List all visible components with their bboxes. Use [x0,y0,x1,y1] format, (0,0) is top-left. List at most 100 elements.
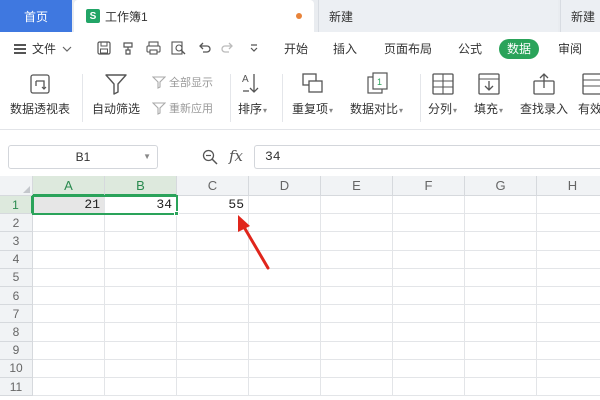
cell-h4[interactable] [537,251,600,269]
cell-g1[interactable] [465,196,537,215]
cell-b6[interactable] [105,287,177,306]
cell-e5[interactable] [321,268,393,287]
cell-c7[interactable] [177,305,249,324]
cell-d1[interactable] [249,196,321,215]
cell-f2[interactable] [393,214,465,233]
format-painter-icon[interactable] [120,40,136,56]
cell-h11[interactable] [537,378,600,397]
cell-e8[interactable] [321,323,393,342]
chevron-down-icon[interactable]: ▼ [143,152,151,161]
data-compare-button[interactable]: 1 数据对比▾ [350,70,403,119]
fill-button[interactable]: 填充▾ [474,70,503,119]
cell-d10[interactable] [249,359,321,378]
cell-a9[interactable] [33,341,105,360]
cell-g2[interactable] [465,214,537,233]
cell-a8[interactable] [33,323,105,342]
reapply-button[interactable]: 重新应用 [152,100,213,116]
menu-tab-data[interactable]: 数据 [499,39,540,59]
cell-c3[interactable] [177,232,249,251]
cell-e9[interactable] [321,341,393,360]
redo-icon[interactable] [220,40,236,56]
menu-tab-formulas[interactable]: 公式 [450,39,490,59]
cell-f9[interactable] [393,341,465,360]
cell-d2[interactable] [249,214,321,233]
row-header-10[interactable]: 10 [0,359,33,378]
cell-f7[interactable] [393,305,465,324]
cell-e4[interactable] [321,250,393,269]
cell-a10[interactable] [33,359,105,378]
cell-h8[interactable] [537,323,600,342]
show-all-button[interactable]: 全部显示 [152,74,213,90]
cell-e11[interactable] [321,378,393,397]
column-header-h[interactable]: H [537,176,600,196]
row-header-8[interactable]: 8 [0,323,33,342]
cell-h2[interactable] [537,214,600,233]
cell-f3[interactable] [393,232,465,251]
row-header-7[interactable]: 7 [0,305,33,324]
cell-a7[interactable] [33,305,105,324]
column-header-c[interactable]: C [177,176,249,196]
cell-g3[interactable] [465,232,537,251]
menu-tab-insert[interactable]: 插入 [325,39,365,59]
menu-tab-review[interactable]: 审阅 [550,39,590,59]
cell-a11[interactable] [33,378,105,397]
cell-c11[interactable] [177,378,249,397]
cell-c8[interactable] [177,323,249,342]
row-header-2[interactable]: 2 [0,214,33,233]
cell-g8[interactable] [465,323,537,342]
cell-e6[interactable] [321,287,393,306]
tab-home[interactable]: 首页 [0,0,72,32]
save-icon[interactable] [96,40,112,56]
cell-b10[interactable] [105,359,177,378]
cell-b5[interactable] [105,268,177,287]
cell-b4[interactable] [105,250,177,269]
cell-b11[interactable] [105,378,177,397]
cell-h7[interactable] [537,305,600,324]
cell-c4[interactable] [177,250,249,269]
cell-g10[interactable] [465,359,537,378]
autofilter-button[interactable]: 自动筛选 [92,70,140,117]
zoom-icon[interactable] [202,149,218,165]
quick-access-dropdown-icon[interactable] [246,40,262,56]
lookup-entry-button[interactable]: 查找录入 [520,70,568,117]
cell-e3[interactable] [321,232,393,251]
cell-g5[interactable] [465,268,537,287]
cell-b1[interactable]: 34 [105,196,177,215]
cell-h9[interactable] [537,342,600,360]
column-header-a[interactable]: A [33,176,105,196]
cell-c2[interactable] [177,214,249,233]
cell-h5[interactable] [537,269,600,287]
cell-c9[interactable] [177,341,249,360]
duplicates-button[interactable]: 重复项▾ [292,70,333,119]
cell-b9[interactable] [105,341,177,360]
cell-d3[interactable] [249,232,321,251]
cell-d7[interactable] [249,305,321,324]
cell-a3[interactable] [33,232,105,251]
cell-b3[interactable] [105,232,177,251]
data-validation-button[interactable]: 有效 [578,70,600,117]
cell-e10[interactable] [321,359,393,378]
column-header-e[interactable]: E [321,176,393,196]
row-header-3[interactable]: 3 [0,232,33,251]
cell-g7[interactable] [465,305,537,324]
cell-g6[interactable] [465,287,537,306]
cell-h10[interactable] [537,360,600,378]
row-header-6[interactable]: 6 [0,287,33,306]
cell-a5[interactable] [33,268,105,287]
cell-c10[interactable] [177,359,249,378]
cell-h1[interactable] [537,196,600,215]
cell-f1[interactable] [393,196,465,215]
cell-f4[interactable] [393,250,465,269]
cell-d11[interactable] [249,378,321,397]
tab-new-2[interactable]: 新建 [560,0,600,32]
print-preview-icon[interactable] [170,40,186,56]
file-menu-button[interactable]: 文件 [14,40,72,57]
formula-input[interactable]: 34 [254,145,600,169]
pivot-table-button[interactable]: 数据透视表 [10,70,70,117]
column-header-f[interactable]: F [393,176,465,196]
name-box[interactable]: B1 ▼ [8,145,158,169]
insert-function-button[interactable]: fx [229,147,243,165]
cell-g11[interactable] [465,378,537,397]
cell-b7[interactable] [105,305,177,324]
cell-f6[interactable] [393,287,465,306]
